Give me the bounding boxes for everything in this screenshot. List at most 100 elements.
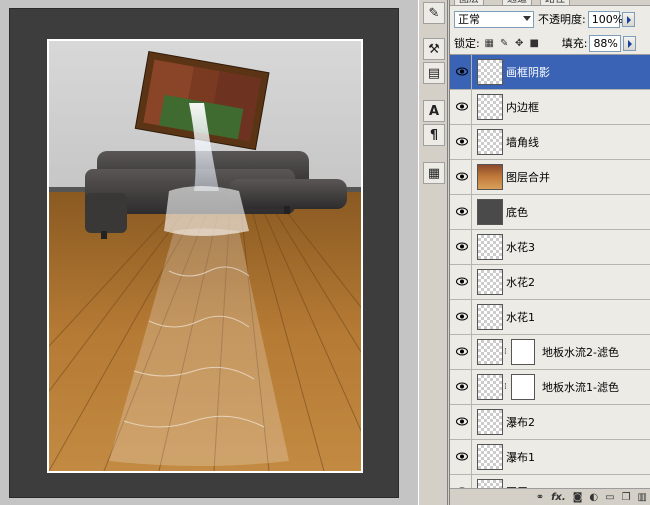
layer-name[interactable]: 地板水流1-滤色 [542, 370, 619, 405]
layer-thumbnail[interactable] [477, 94, 503, 120]
layer-row[interactable]: ⁞ 地板水流1-滤色 [450, 370, 650, 405]
layer-row[interactable]: 瀑布2 [450, 405, 650, 440]
layer-row[interactable]: 瀑布1 [450, 440, 650, 475]
layer-row[interactable]: 墙角线 [450, 125, 650, 160]
artwork-image[interactable] [47, 39, 363, 473]
layer-thumbnail[interactable] [477, 234, 503, 260]
visibility-toggle[interactable] [450, 265, 472, 300]
visibility-toggle[interactable] [450, 55, 472, 90]
layer-name[interactable]: 瀑布2 [506, 405, 535, 440]
lock-position-icon[interactable]: ✥ [514, 38, 525, 49]
lock-options-row: 锁定: ▦ ✎ ✥ ■ 填充: 88% [450, 32, 650, 54]
panel-dock-strip: ✎ ⚒ ▤ A ¶ ▦ [418, 0, 448, 505]
adjustment-icon[interactable]: ◐ [589, 492, 598, 503]
layers-list: 画框阴影 内边框 墙角线 图层合并 底色 水花3 水花2 水花1 ⁞ 地板水流2-滤色 ⁞ 地板水流1… [450, 54, 650, 488]
layer-name[interactable]: 画框阴影 [506, 55, 550, 90]
visibility-toggle[interactable] [450, 440, 472, 475]
lock-all-icon[interactable]: ■ [529, 38, 540, 49]
layer-row[interactable]: 水花3 [450, 230, 650, 265]
layer-name[interactable]: 内边框 [506, 90, 539, 125]
brush-settings-icon[interactable]: ✎ [423, 2, 445, 24]
visibility-toggle[interactable] [450, 195, 472, 230]
visibility-toggle[interactable] [450, 370, 472, 405]
layers-panel: 图层 通道 路径 正常 不透明度: 100% 锁定: ▦ ✎ ✥ ■ 填充: 8… [449, 0, 650, 505]
fill-label: 填充: [561, 37, 588, 50]
link-icon[interactable]: ⚭ [536, 492, 544, 503]
opacity-input[interactable]: 100% [587, 10, 623, 28]
opacity-arrow-button[interactable] [621, 11, 635, 27]
layer-thumbnail[interactable] [477, 374, 503, 400]
fill-input[interactable]: 88% [589, 34, 622, 52]
tab-layers[interactable]: 图层 [454, 0, 484, 6]
layer-thumbnail[interactable] [477, 409, 503, 435]
layer-name[interactable]: 墙角线 [506, 125, 539, 160]
layer-name[interactable]: 瀑布1 [506, 440, 535, 475]
layers-bottom-bar: ⚭ fx. ◙ ◐ ▭ ❐ ▥ [450, 488, 650, 505]
fx-icon[interactable]: fx. [551, 492, 566, 503]
layer-thumbnail[interactable] [477, 269, 503, 295]
blend-options-row: 正常 不透明度: 100% [450, 8, 650, 30]
tab-paths[interactable]: 路径 [540, 0, 570, 6]
mask-link-icon[interactable]: ⁞ [504, 382, 507, 392]
eye-icon [456, 347, 468, 356]
visibility-toggle[interactable] [450, 160, 472, 195]
layer-name[interactable]: 图层合并 [506, 160, 550, 195]
fill-arrow-button[interactable] [623, 35, 637, 51]
visibility-toggle[interactable] [450, 230, 472, 265]
lock-transparency-icon[interactable]: ▦ [484, 38, 495, 49]
visibility-toggle[interactable] [450, 405, 472, 440]
layer-thumbnail[interactable] [477, 479, 503, 488]
layer-thumbnail[interactable] [477, 199, 503, 225]
folder-icon[interactable]: ▭ [605, 492, 614, 503]
tool-presets-icon[interactable]: ▤ [423, 62, 445, 84]
layer-thumbnail[interactable] [477, 59, 503, 85]
eye-icon [456, 417, 468, 426]
layer-row[interactable]: 底色 [450, 195, 650, 230]
eye-icon [456, 452, 468, 461]
tab-channels[interactable]: 通道 [502, 0, 532, 6]
layer-name[interactable]: 底色 [506, 195, 528, 230]
opacity-label: 不透明度: [538, 13, 586, 26]
layer-row[interactable]: 图层 7 [450, 475, 650, 488]
layer-mask-thumbnail[interactable] [511, 339, 535, 365]
layer-row[interactable]: 水花1 [450, 300, 650, 335]
layer-row[interactable]: 图层合并 [450, 160, 650, 195]
panel-tabs: 图层 通道 路径 [450, 0, 650, 6]
layer-thumbnail[interactable] [477, 129, 503, 155]
layer-row[interactable]: 画框阴影 [450, 55, 650, 90]
visibility-toggle[interactable] [450, 90, 472, 125]
visibility-toggle[interactable] [450, 125, 472, 160]
layer-thumbnail[interactable] [477, 444, 503, 470]
mask-icon[interactable]: ◙ [573, 492, 583, 503]
layer-row[interactable]: 水花2 [450, 265, 650, 300]
visibility-toggle[interactable] [450, 475, 472, 488]
clone-source-icon[interactable]: ⚒ [423, 38, 445, 60]
new-layer-icon[interactable]: ❐ [622, 492, 631, 503]
canvas-frame [9, 8, 399, 498]
visibility-toggle[interactable] [450, 300, 472, 335]
lock-pixels-icon[interactable]: ✎ [499, 38, 510, 49]
eye-icon [456, 277, 468, 286]
eye-icon [456, 67, 468, 76]
document-canvas-area[interactable] [0, 0, 418, 505]
layer-mask-thumbnail[interactable] [511, 374, 535, 400]
blend-mode-select[interactable]: 正常 [454, 10, 534, 28]
paragraph-icon[interactable]: ¶ [423, 124, 445, 146]
character-icon[interactable]: A [423, 100, 445, 122]
layer-name[interactable]: 水花2 [506, 265, 535, 300]
mask-link-icon[interactable]: ⁞ [504, 347, 507, 357]
trash-icon[interactable]: ▥ [638, 492, 647, 503]
notes-icon[interactable]: ▦ [423, 162, 445, 184]
layer-name[interactable]: 图层 7 [506, 475, 539, 488]
layer-thumbnail[interactable] [477, 304, 503, 330]
layer-name[interactable]: 地板水流2-滤色 [542, 335, 619, 370]
layer-row[interactable]: ⁞ 地板水流2-滤色 [450, 335, 650, 370]
layer-row[interactable]: 内边框 [450, 90, 650, 125]
chevron-down-icon [523, 15, 531, 21]
layer-name[interactable]: 水花3 [506, 230, 535, 265]
layer-thumbnail[interactable] [477, 339, 503, 365]
visibility-toggle[interactable] [450, 335, 472, 370]
layer-name[interactable]: 水花1 [506, 300, 535, 335]
eye-icon [456, 312, 468, 321]
layer-thumbnail[interactable] [477, 164, 503, 190]
